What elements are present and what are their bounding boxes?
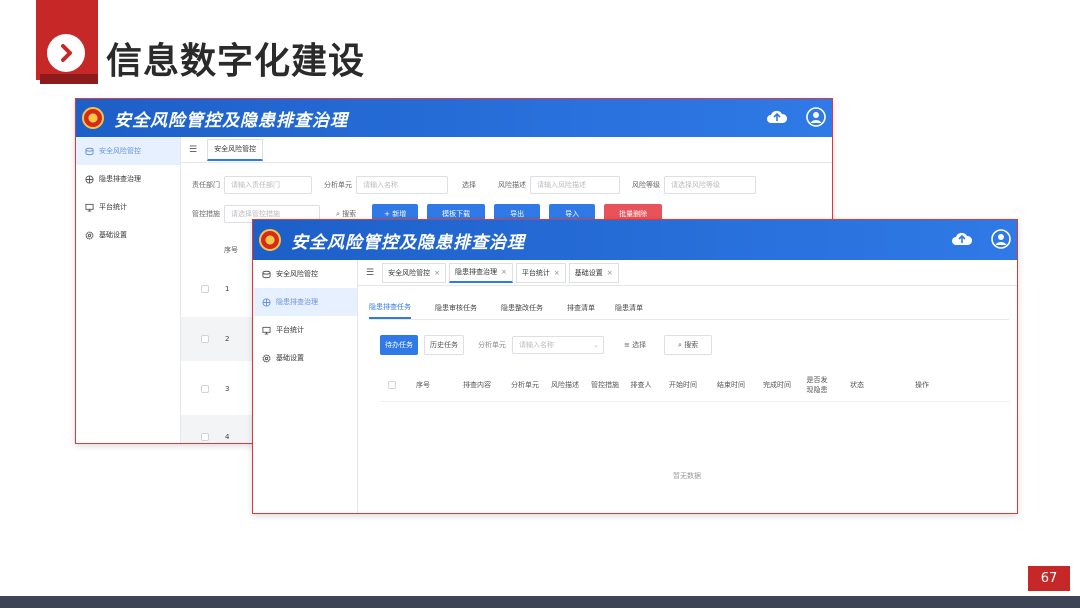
row-checkbox[interactable]	[201, 385, 209, 393]
sidebar-item-settings[interactable]: 基础设置	[76, 221, 180, 249]
chevron-right-icon	[47, 34, 85, 72]
gear-icon	[261, 354, 271, 363]
menu-collapse-icon[interactable]: ☰	[189, 145, 197, 155]
row-checkbox[interactable]	[201, 285, 209, 293]
user-avatar-icon[interactable]	[991, 229, 1011, 249]
tab-settings[interactable]: 基础设置 ×	[568, 262, 619, 283]
subtab-rectify-task[interactable]: 隐患整改任务	[501, 303, 543, 319]
select-all-checkbox[interactable]	[388, 380, 396, 389]
history-task-button[interactable]: 历史任务	[424, 335, 464, 355]
subtab-bar: 隐患排查任务 隐患审核任务 隐患整改任务 排查清单 隐患清单	[369, 300, 1009, 320]
user-avatar-icon[interactable]	[806, 107, 826, 127]
subtab-inspection-task[interactable]: 隐患排查任务	[369, 302, 411, 319]
sidebar-item-label: 基础设置	[276, 354, 304, 362]
unit-input[interactable]: 请输入名称	[356, 176, 448, 194]
row-checkbox[interactable]	[201, 335, 209, 343]
national-emblem-icon	[259, 229, 281, 251]
sidebar-item-label: 隐患排查治理	[99, 175, 141, 183]
sidebar-item-label: 基础设置	[99, 231, 127, 239]
pending-task-button[interactable]: 待办任务	[380, 335, 418, 355]
database-icon	[84, 147, 94, 156]
slide-accent-shadow	[40, 74, 98, 84]
sidebar-item-risk-control[interactable]: 安全风险管控	[76, 137, 180, 165]
gear-icon	[84, 231, 94, 240]
filter-row-1: 责任部门 请输入责任部门 分析单元 请输入名称 选择 风险描述 请输入风险描述 …	[192, 176, 756, 194]
close-icon[interactable]: ×	[434, 269, 440, 277]
row-checkbox[interactable]	[201, 433, 209, 441]
tab-risk-control[interactable]: 安全风险管控	[207, 138, 264, 161]
target-icon	[261, 297, 271, 307]
subtab-review-task[interactable]: 隐患审核任务	[435, 303, 477, 319]
sidebar-item-stats[interactable]: 平台统计	[253, 316, 357, 344]
tab-risk-control[interactable]: 安全风险管控 ×	[382, 262, 446, 283]
list-icon: ≡	[624, 341, 630, 349]
monitor-icon	[261, 326, 271, 335]
select-link[interactable]: 选择	[462, 180, 476, 190]
sidebar-item-stats[interactable]: 平台统计	[76, 193, 180, 221]
seq-header: 序号	[224, 246, 238, 254]
select-link[interactable]: ≡ 选择	[624, 340, 646, 350]
sidebar-item-settings[interactable]: 基础设置	[253, 344, 357, 372]
search-icon: ⌕	[678, 340, 682, 349]
cloud-upload-icon[interactable]	[951, 230, 973, 248]
search-icon: ⌕	[336, 209, 340, 218]
national-emblem-icon	[82, 107, 104, 129]
database-icon	[261, 270, 271, 279]
sidebar-item-label: 隐患排查治理	[276, 298, 318, 306]
app-title: 安全风险管控及隐患排查治理	[114, 110, 348, 131]
close-icon[interactable]: ×	[554, 269, 560, 277]
subtab-hazard-list[interactable]: 隐患清单	[615, 303, 643, 319]
sidebar-item-hazard[interactable]: 隐患排查治理	[253, 288, 357, 316]
sidebar-item-label: 平台统计	[276, 326, 304, 334]
footer-bar	[0, 596, 1080, 608]
monitor-icon	[84, 203, 94, 212]
chevron-down-icon: ⌄	[593, 341, 599, 349]
front-screenshot: 安全风险管控及隐患排查治理 安全风险管控 隐患排查治理 平台统计 基础设置 ☰ …	[252, 219, 1018, 514]
page-number: 67	[1028, 566, 1070, 591]
tab-bar: ☰ 安全风险管控 × 隐患排查治理 × 平台统计 × 基础设置 ×	[358, 260, 1017, 286]
close-icon[interactable]: ×	[501, 268, 507, 276]
sidebar-item-label: 安全风险管控	[99, 147, 141, 155]
table-header: 序号 排查内容 分析单元 风险描述 管控措施 排查人 开始时间 结束时间 完成时…	[380, 368, 1010, 402]
search-link[interactable]: ⌕ 搜索	[336, 209, 356, 219]
target-icon	[84, 174, 94, 184]
tab-hazard[interactable]: 隐患排查治理 ×	[448, 262, 513, 283]
cloud-upload-icon[interactable]	[766, 108, 788, 126]
sidebar-item-label: 平台统计	[99, 203, 127, 211]
empty-text: 暂无数据	[673, 472, 701, 480]
slide-title: 信息数字化建设	[106, 41, 366, 82]
sidebar: 安全风险管控 隐患排查治理 平台统计 基础设置	[253, 260, 358, 513]
sidebar: 安全风险管控 隐患排查治理 平台统计 基础设置	[76, 137, 181, 443]
filter-row: 待办任务 历史任务 分析单元 请输入名称 ⌄ ≡ 选择 ⌕ 搜索	[380, 335, 713, 355]
sidebar-item-label: 安全风险管控	[276, 270, 318, 278]
subtab-checklist[interactable]: 排查清单	[567, 303, 595, 319]
search-button[interactable]: ⌕ 搜索	[664, 335, 713, 355]
sidebar-item-hazard[interactable]: 隐患排查治理	[76, 165, 180, 193]
level-select[interactable]: 请选择风险等级	[664, 176, 756, 194]
app-header: 安全风险管控及隐患排查治理	[76, 99, 832, 137]
unit-input[interactable]: 请输入名称 ⌄	[512, 336, 604, 354]
menu-collapse-icon[interactable]: ☰	[366, 268, 374, 278]
sidebar-item-risk-control[interactable]: 安全风险管控	[253, 260, 357, 288]
desc-input[interactable]: 请输入风险描述	[530, 176, 620, 194]
dept-input[interactable]: 请输入责任部门	[224, 176, 312, 194]
tab-bar: ☰ 安全风险管控	[181, 137, 832, 163]
app-title: 安全风险管控及隐患排查治理	[291, 232, 525, 253]
app-header: 安全风险管控及隐患排查治理	[253, 220, 1017, 260]
tab-stats[interactable]: 平台统计 ×	[515, 262, 566, 283]
close-icon[interactable]: ×	[607, 269, 613, 277]
